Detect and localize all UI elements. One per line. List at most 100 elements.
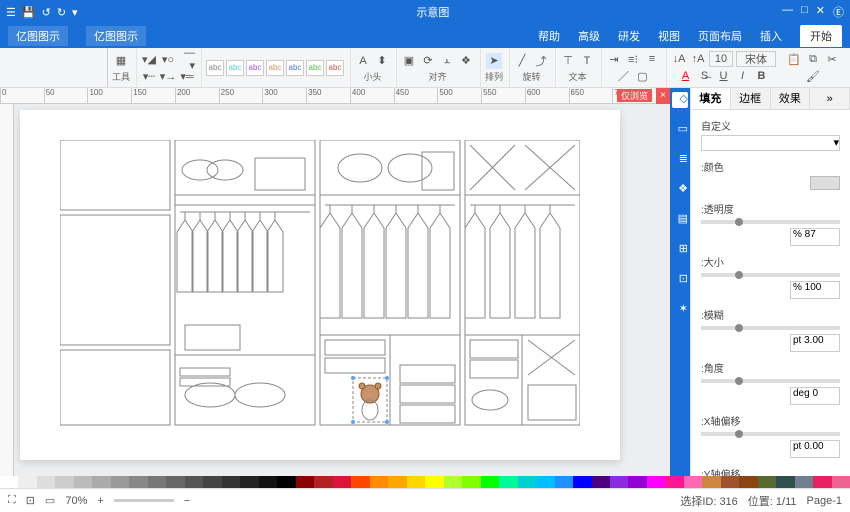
blur-slider[interactable] — [701, 326, 840, 330]
zoom-slider[interactable] — [114, 499, 174, 502]
style-swatches[interactable]: abcabc abcabc abcabc abc — [206, 60, 344, 76]
align-icon[interactable]: ⫠ — [439, 53, 455, 69]
tool-group-pointer: ➤ 排列 — [480, 48, 507, 87]
panel-tab-effect[interactable]: 效果 — [771, 88, 811, 109]
lock-icon[interactable]: A — [355, 53, 371, 69]
dash-icon[interactable]: ┄▾ — [141, 68, 157, 84]
canvas[interactable]: 050100 150200250 300350400 450500550 600… — [0, 88, 670, 476]
shape-fill-icon[interactable]: ○▾ — [160, 51, 176, 67]
bold-icon[interactable]: B — [754, 68, 770, 84]
zoom-in-icon[interactable]: + — [97, 495, 103, 507]
shapes-tool-icon[interactable]: ▭ — [672, 122, 688, 138]
zoom-value[interactable]: 70% — [65, 495, 87, 507]
maximize-icon[interactable]: □ — [801, 4, 808, 20]
pointer-icon[interactable]: ➤ — [486, 53, 502, 69]
drawing-page[interactable] — [20, 110, 620, 460]
position-indicator: 位置: 1/11 — [748, 493, 797, 509]
menu-tab-adv[interactable]: 高级 — [578, 28, 600, 44]
text-tool-icon[interactable]: T — [579, 53, 595, 69]
page-indicator[interactable]: Page-1 — [807, 495, 842, 507]
size-input[interactable]: 100 % — [790, 281, 840, 299]
layers-tool-icon[interactable]: ❖ — [672, 182, 688, 198]
copy-icon[interactable]: ⧉ — [805, 51, 821, 67]
rotate-icon[interactable]: ⟳ — [420, 53, 436, 69]
group-icon[interactable]: ▣ — [401, 53, 417, 69]
table-tool-icon[interactable]: ▤ — [672, 212, 688, 228]
line-weight-icon[interactable]: ═▾ — [179, 68, 195, 84]
measure-tool-icon[interactable]: ⊞ — [672, 242, 688, 258]
custom-dropdown[interactable]: ▾ — [701, 135, 840, 151]
menu-tab-view[interactable]: 视图 — [658, 28, 680, 44]
undo-icon[interactable]: ↺ — [42, 6, 51, 19]
menu-bar: 开始 插入 页面布局 视图 研发 高级 帮助 亿图图示 亿图图示 — [0, 24, 850, 48]
color-strip[interactable] — [0, 476, 850, 488]
fit-page-icon[interactable]: ⊡ — [26, 494, 35, 507]
layers-icon[interactable]: ❖ — [458, 53, 474, 69]
close-tab-icon[interactable]: × — [656, 88, 670, 104]
blur-input[interactable]: 3.00 pt — [790, 334, 840, 352]
align-left-icon[interactable]: ≡ — [644, 51, 660, 67]
panel-tab-fill[interactable]: 填充 — [691, 88, 731, 109]
xoffset-input[interactable]: 0.00 pt — [790, 440, 840, 458]
arrow-style-icon[interactable]: →▾ — [160, 68, 176, 84]
opacity-input[interactable]: 87 % — [790, 228, 840, 246]
angle-input[interactable]: 0 deg — [790, 387, 840, 405]
app-title: 示意图 — [416, 4, 449, 20]
file-tab[interactable]: 亿图图示 — [86, 26, 146, 46]
bullet-icon[interactable]: ⁝≡ — [625, 51, 641, 67]
menu-tab-insert[interactable]: 插入 — [760, 28, 782, 44]
shadow-icon[interactable]: ◢▾ — [141, 51, 157, 67]
line-icon[interactable]: ╱ — [514, 53, 530, 69]
cut-icon[interactable]: ✂ — [824, 51, 840, 67]
menu-tab-layout[interactable]: 页面布局 — [698, 28, 742, 44]
left-toolbar: ◇ ▭ ≣ ❖ ▤ ⊞ ⊡ ✶ — [670, 88, 690, 476]
redo-icon[interactable]: ↻ — [57, 6, 66, 19]
zoom-out-icon[interactable]: − — [184, 495, 190, 507]
panel-tab-border[interactable]: 边框 — [731, 88, 771, 109]
opacity-slider[interactable] — [701, 220, 840, 224]
wardrobe-drawing — [60, 140, 580, 430]
file-tab[interactable]: 亿图图示 — [8, 26, 68, 46]
font-shrink-icon[interactable]: A↓ — [671, 51, 687, 67]
pointer-tool-icon[interactable]: ◇ — [672, 92, 688, 108]
select-icon[interactable]: ▦ — [113, 53, 129, 69]
format-painter-icon[interactable]: 🖌 — [805, 68, 821, 84]
color-picker[interactable] — [810, 176, 840, 190]
line-style-icon[interactable]: —▾ — [179, 51, 195, 67]
text-tool-icon[interactable]: ≣ — [672, 152, 688, 168]
menu-icon[interactable]: ☰ — [6, 6, 16, 19]
fill-color-icon[interactable]: ▢ — [635, 68, 651, 84]
quick-access: ▾ ↻ ↺ 💾 ☰ — [6, 6, 78, 19]
collapse-panel-icon[interactable]: « — [810, 88, 850, 109]
size-slider[interactable] — [701, 273, 840, 277]
font-grow-icon[interactable]: A↑ — [690, 51, 706, 67]
swap-tool-icon[interactable]: ✶ — [672, 302, 688, 318]
font-color-icon[interactable]: A — [678, 68, 694, 84]
angle-slider[interactable] — [701, 379, 840, 383]
menu-tab-dev[interactable]: 研发 — [618, 28, 640, 44]
fullscreen-icon[interactable]: ⛶ — [8, 494, 16, 507]
underline-icon[interactable]: U — [716, 68, 732, 84]
strike-icon[interactable]: S̶ — [697, 68, 713, 84]
italic-icon[interactable]: I — [735, 68, 751, 84]
font-dropdown[interactable]: 宋体 — [736, 51, 776, 67]
indent-icon[interactable]: ⇥ — [606, 51, 622, 67]
grid-tool-icon[interactable]: ⊡ — [672, 272, 688, 288]
teddy-bear-shape[interactable] — [351, 376, 389, 424]
xoffset-slider[interactable] — [701, 432, 840, 436]
font-size-input[interactable]: 10 — [709, 51, 733, 67]
menu-tab-help[interactable]: 帮助 — [538, 28, 560, 44]
chevron-down-icon[interactable]: ▾ — [72, 6, 78, 19]
line-color-icon[interactable]: ／ — [616, 68, 632, 84]
paste-icon[interactable]: 📋 — [786, 51, 802, 67]
size-icon[interactable]: ⬍ — [374, 53, 390, 69]
text-vert-icon[interactable]: ⊤ — [560, 53, 576, 69]
ribbon-toolbar: ✂ ⧉ 📋 🖌 宋体 10 A↑ A↓ B I U S̶ A ≡ ⁝≡ ⇥ ▢ — [0, 48, 850, 88]
minimize-icon[interactable]: — — [782, 4, 793, 20]
save-icon[interactable]: 💾 — [22, 6, 36, 19]
fit-width-icon[interactable]: ▭ — [45, 494, 55, 507]
close-icon[interactable]: ✕ — [816, 4, 825, 20]
title-bar: Ⓔ ✕ □ — 示意图 ▾ ↻ ↺ 💾 ☰ — [0, 0, 850, 24]
connector-icon[interactable]: ⤴ — [533, 53, 549, 69]
menu-tab-start[interactable]: 开始 — [800, 25, 842, 47]
